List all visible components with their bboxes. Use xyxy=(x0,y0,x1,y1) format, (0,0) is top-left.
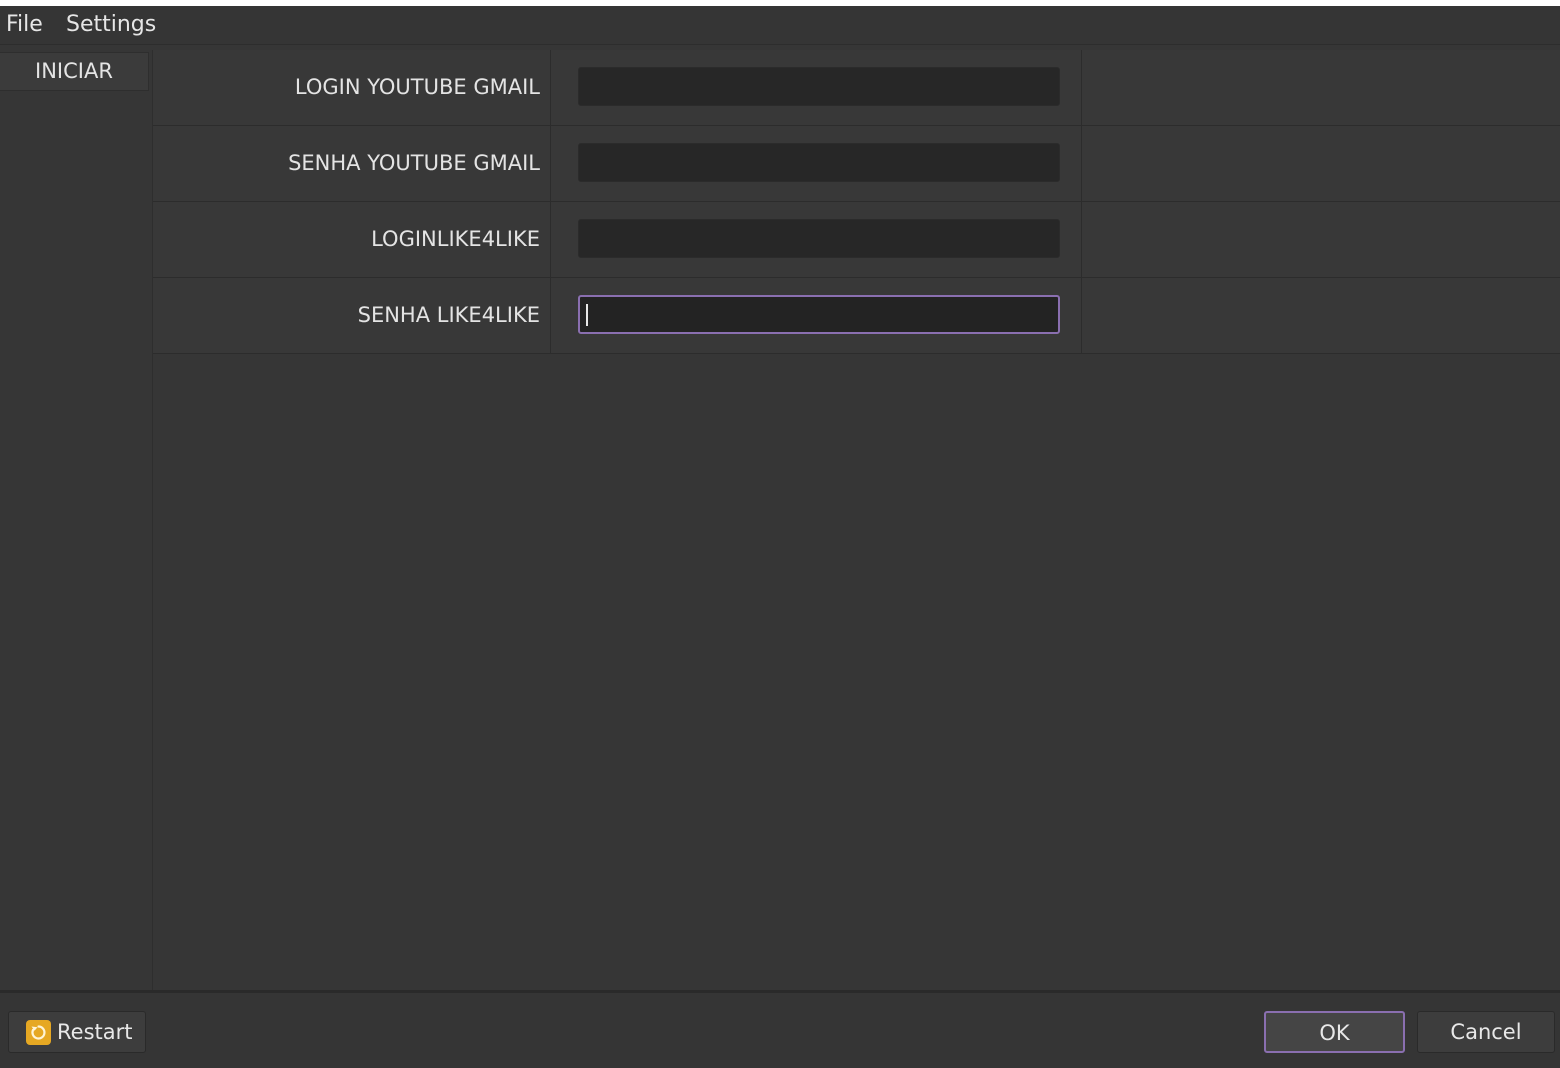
sidebar-item-iniciar[interactable]: INICIAR xyxy=(0,52,149,91)
settings-form: LOGIN YOUTUBE GMAIL SENHA YOUTUBE GMAIL … xyxy=(153,50,1560,990)
restart-icon xyxy=(26,1020,51,1045)
field-label: SENHA YOUTUBE GMAIL xyxy=(288,151,540,175)
menu-bar: File Settings xyxy=(0,6,1560,45)
form-row-senha-youtube-gmail: SENHA YOUTUBE GMAIL xyxy=(153,126,1560,202)
menu-file[interactable]: File xyxy=(6,6,43,44)
form-row-senha-like4like: SENHA LIKE4LIKE xyxy=(153,278,1560,354)
form-row-loginlike4like: LOGINLIKE4LIKE xyxy=(153,202,1560,278)
button-bar: Restart OK Cancel xyxy=(0,990,1560,1068)
field-label: LOGINLIKE4LIKE xyxy=(371,227,540,251)
senha-youtube-gmail-input[interactable] xyxy=(578,143,1060,182)
loginlike4like-input[interactable] xyxy=(578,219,1060,258)
text-caret xyxy=(586,304,588,326)
settings-window: File Settings INICIAR LOGIN YOUTUBE GMAI… xyxy=(0,6,1560,1068)
restart-label: Restart xyxy=(57,1020,133,1044)
cancel-button[interactable]: Cancel xyxy=(1417,1011,1555,1053)
senha-like4like-input[interactable] xyxy=(578,295,1060,334)
field-label: SENHA LIKE4LIKE xyxy=(357,303,540,327)
ok-button[interactable]: OK xyxy=(1264,1011,1405,1053)
form-row-login-youtube-gmail: LOGIN YOUTUBE GMAIL xyxy=(153,50,1560,126)
field-label: LOGIN YOUTUBE GMAIL xyxy=(294,75,540,99)
restart-button[interactable]: Restart xyxy=(8,1011,146,1053)
login-youtube-gmail-input[interactable] xyxy=(578,67,1060,106)
sidebar: INICIAR xyxy=(0,50,153,990)
menu-settings[interactable]: Settings xyxy=(66,6,156,44)
